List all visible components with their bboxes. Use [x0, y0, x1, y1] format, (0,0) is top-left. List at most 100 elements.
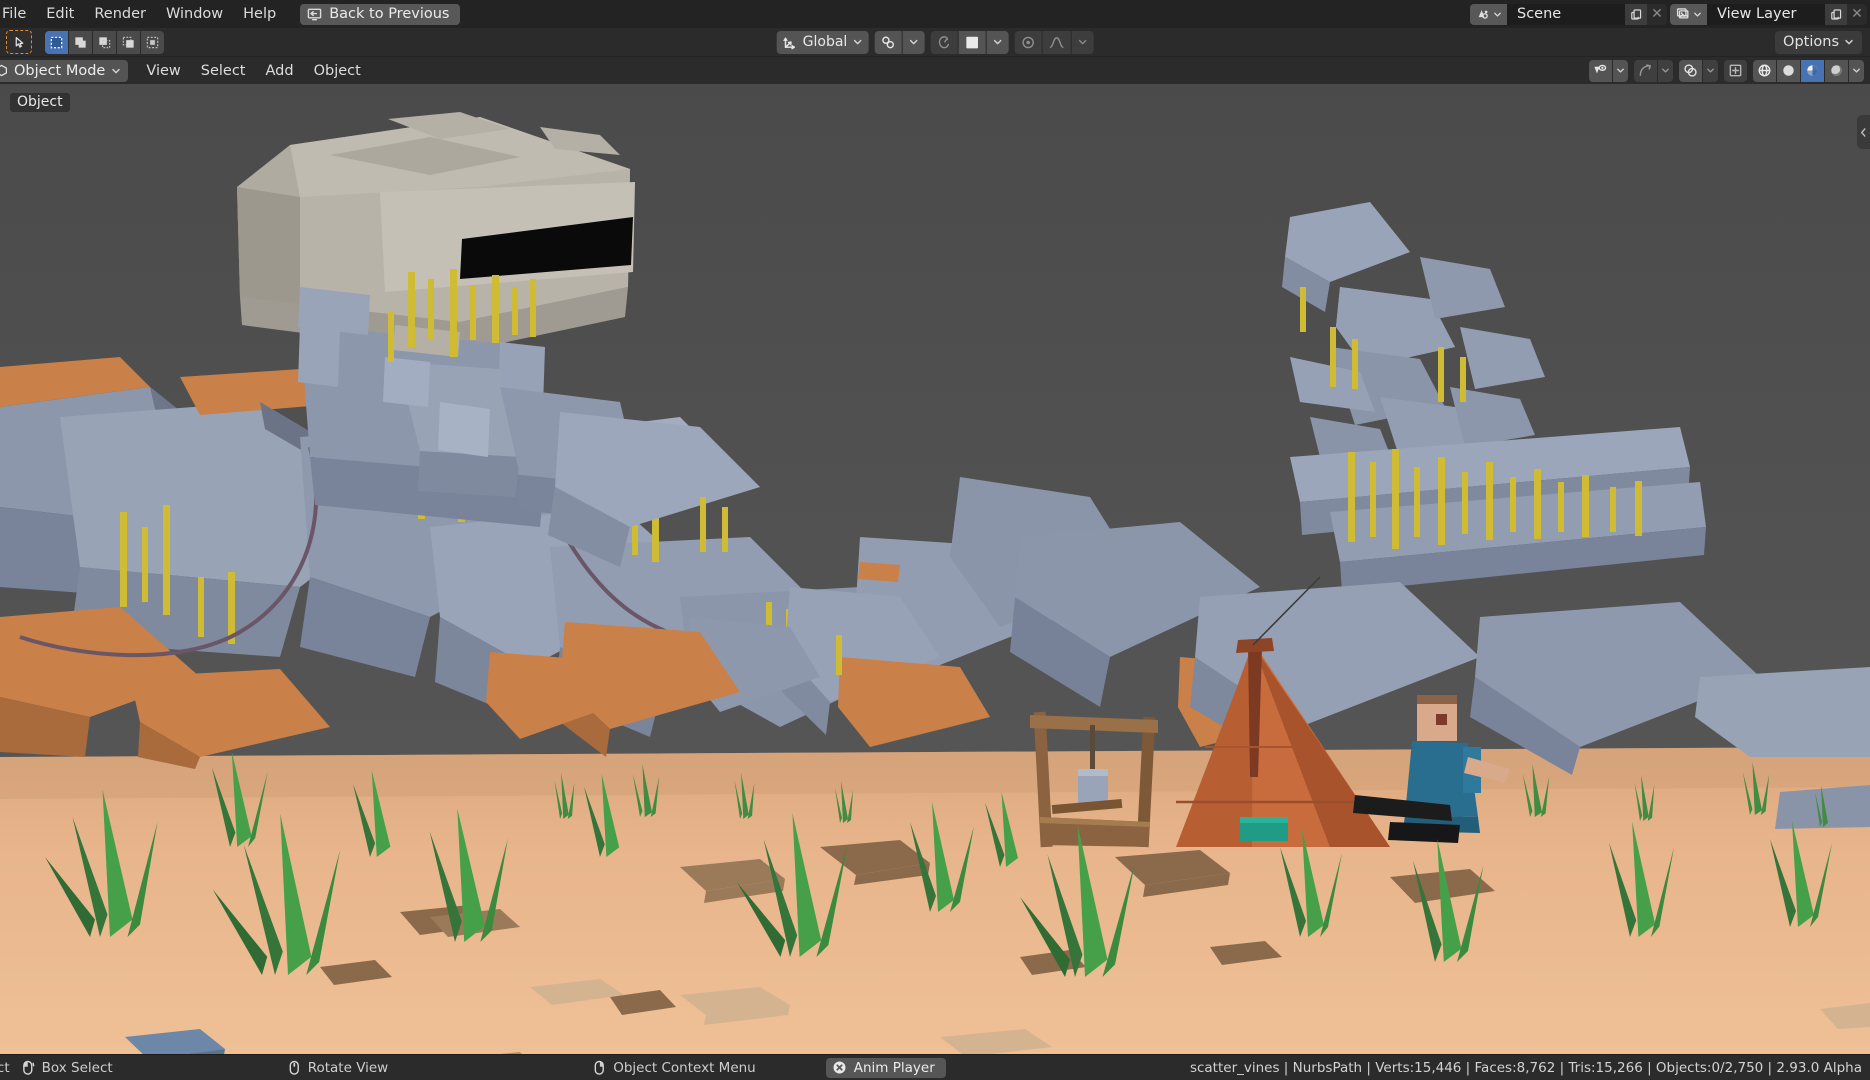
falloff-dropdown[interactable]	[1071, 30, 1094, 54]
overlays-dropdown[interactable]	[1703, 59, 1718, 82]
select-box-tool-button[interactable]	[6, 30, 32, 54]
view-layer-icon	[1676, 7, 1690, 21]
select-subtract-mode-button[interactable]	[93, 30, 116, 54]
select-extend-icon	[73, 35, 88, 50]
solid-shading-button[interactable]	[1777, 59, 1800, 82]
snap-settings-dropdown[interactable]	[902, 30, 925, 54]
proportional-falloff-dropdown[interactable]	[986, 30, 1009, 54]
select-extend-mode-button[interactable]	[69, 30, 92, 54]
unlink-scene-button[interactable]: ✕	[1647, 3, 1667, 25]
hint-box-select-label: Box Select	[41, 1059, 113, 1076]
gizmo-dropdown[interactable]	[1658, 59, 1673, 82]
viewport-menus: View Select Add Object	[136, 59, 370, 83]
view-layer-datablock: View Layer ✕	[1670, 3, 1867, 25]
menu-edit[interactable]: Edit	[36, 2, 84, 26]
menu-help[interactable]: Help	[233, 2, 286, 26]
overlays-group	[1679, 59, 1718, 82]
close-circle-icon	[832, 1060, 847, 1075]
select-set-icon	[49, 35, 64, 50]
topbar-datablocks: Scene ✕ View Layer ✕	[1470, 0, 1870, 28]
menu-render[interactable]: Render	[84, 2, 156, 26]
snapping-group	[874, 30, 925, 54]
viewport-sidebar-toggle[interactable]	[1857, 115, 1870, 149]
anim-player-badge[interactable]: Anim Player	[825, 1057, 946, 1078]
xray-icon	[1728, 63, 1743, 78]
object-visibility-button[interactable]	[1589, 59, 1612, 82]
chevron-down-icon	[1493, 10, 1502, 19]
chevron-down-icon	[1693, 10, 1702, 19]
new-datablock-icon	[1830, 8, 1843, 21]
status-bar: Select Box Select	[0, 1054, 1870, 1080]
options-dropdown[interactable]: Options	[1775, 30, 1862, 54]
show-overlays-button[interactable]	[1679, 59, 1702, 82]
interaction-mode-label: Object Mode	[14, 62, 106, 79]
menu-file[interactable]: File	[0, 2, 36, 26]
cursor-arrow-icon	[13, 36, 26, 49]
chevron-down-icon	[1844, 37, 1854, 47]
options-label: Options	[1783, 34, 1839, 50]
viewport-object-label: Object	[10, 93, 70, 112]
new-view-layer-button[interactable]	[1825, 3, 1847, 25]
select-intersect-mode-button[interactable]	[141, 30, 164, 54]
view-layer-name-field[interactable]: View Layer	[1707, 3, 1825, 25]
viewport-menu-view[interactable]: View	[136, 59, 190, 83]
scene-statistics: scatter_vines | NurbsPath | Verts:15,446…	[1189, 1059, 1862, 1076]
snap-toggle-button[interactable]	[874, 30, 902, 54]
shading-dropdown[interactable]	[1849, 59, 1864, 82]
transform-orientation-label: Global	[802, 34, 848, 50]
back-to-previous-label: Back to Previous	[329, 6, 450, 22]
unlink-view-layer-button[interactable]: ✕	[1847, 3, 1867, 25]
transform-tools-group: Global	[776, 30, 1094, 54]
chevron-down-icon	[852, 37, 862, 47]
viewport-menu-add[interactable]: Add	[256, 59, 304, 83]
overlays-icon	[1683, 63, 1698, 78]
menu-window[interactable]: Window	[156, 2, 233, 26]
status-hints: Select Box Select	[0, 1057, 946, 1078]
view-layer-selector-button[interactable]	[1670, 3, 1707, 25]
select-subtract-icon	[97, 35, 112, 50]
object-mode-icon	[0, 64, 8, 77]
chevron-left-icon	[1859, 127, 1868, 138]
transform-orientation-dropdown[interactable]: Global	[776, 30, 869, 54]
viewport-menu-select[interactable]: Select	[191, 59, 256, 83]
gizmo-icon	[1638, 63, 1653, 78]
3d-viewport[interactable]: Object Mode View Select Add Object Objec…	[0, 57, 1870, 1054]
rendered-shading-button[interactable]	[1825, 59, 1848, 82]
wireframe-shading-button[interactable]	[1753, 59, 1776, 82]
visibility-dropdown[interactable]	[1613, 59, 1628, 82]
viewport-header: Object Mode View Select Add Object	[0, 57, 1870, 84]
show-gizmo-button[interactable]	[1634, 59, 1657, 82]
chevron-down-icon	[1077, 37, 1087, 47]
falloff-curve-preview[interactable]	[1042, 30, 1071, 54]
hint-rotate-view-label: Rotate View	[307, 1059, 389, 1076]
select-invert-mode-button[interactable]	[117, 30, 140, 54]
select-set-mode-button[interactable]	[45, 30, 68, 54]
scene-selector-button[interactable]	[1470, 3, 1507, 25]
proportional-connected-toggle[interactable]	[1014, 30, 1042, 54]
material-preview-shading-button[interactable]	[1801, 59, 1824, 82]
hint-rotate-view: Rotate View	[288, 1059, 389, 1076]
back-to-previous-button[interactable]: Back to Previous	[300, 3, 461, 25]
new-datablock-icon	[1630, 8, 1643, 21]
hint-object-context-menu-label: Object Context Menu	[613, 1059, 756, 1076]
proportional-connected-group	[1014, 30, 1094, 54]
proportional-falloff-preview[interactable]	[958, 30, 986, 54]
toggle-xray-button[interactable]	[1724, 59, 1747, 82]
hint-box-select: Box Select	[22, 1060, 113, 1076]
smooth-falloff-icon	[1048, 35, 1064, 50]
proportional-editing-toggle[interactable]	[930, 30, 958, 54]
chevron-down-icon	[908, 37, 918, 47]
proportional-icon	[936, 35, 951, 50]
viewport-menu-object[interactable]: Object	[304, 59, 371, 83]
mouse-right-icon	[593, 1060, 606, 1076]
chevron-down-icon	[111, 66, 121, 76]
mouse-middle-icon	[288, 1060, 301, 1076]
new-scene-button[interactable]	[1625, 3, 1647, 25]
interaction-mode-dropdown[interactable]: Object Mode	[0, 59, 129, 82]
select-mode-group	[45, 30, 164, 54]
scene-name-field[interactable]: Scene	[1507, 3, 1625, 25]
proportional-editing-group	[930, 30, 1009, 54]
magnet-icon	[880, 35, 895, 50]
screen-back-icon	[307, 7, 322, 22]
select-invert-icon	[121, 35, 136, 50]
